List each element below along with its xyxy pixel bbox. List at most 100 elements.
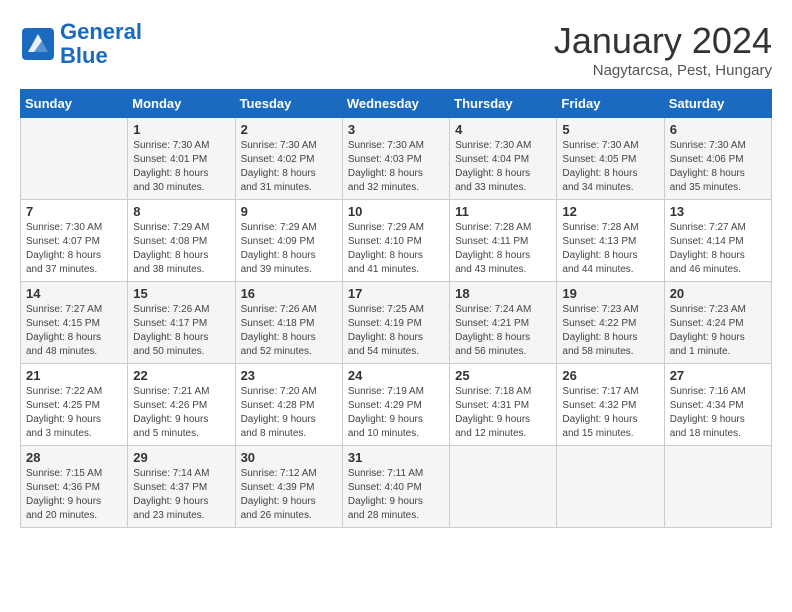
calendar-day-7: 7 Sunrise: 7:30 AM Sunset: 4:07 PM Daylig… — [21, 200, 128, 282]
day-content: Sunrise: 7:12 AM Sunset: 4:39 PM Dayligh… — [241, 467, 337, 523]
day-content: Sunrise: 7:29 AM Sunset: 4:10 PM Dayligh… — [348, 221, 444, 277]
day-content: Sunrise: 7:23 AM Sunset: 4:24 PM Dayligh… — [670, 303, 766, 359]
logo-line1: General — [60, 19, 142, 44]
calendar-day-4: 4Sunrise: 7:30 AM Sunset: 4:04 PM Daylig… — [450, 118, 557, 200]
day-content: Sunrise: 7:30 AM Sunset: 4:03 PM Dayligh… — [348, 139, 444, 195]
calendar-day-22: 22 Sunrise: 7:21 AM Sunset: 4:26 PM Dayli… — [128, 364, 235, 446]
day-number: 6 — [670, 122, 766, 137]
title-area: January 2024 Nagytarcsa, Pest, Hungary — [554, 20, 772, 79]
calendar-day-14: 14 Sunrise: 7:27 AM Sunset: 4:15 PM Dayli… — [21, 282, 128, 364]
day-content: Sunrise: 7:18 AM Sunset: 4:31 PM Dayligh… — [455, 385, 551, 441]
calendar-day-3: 3 Sunrise: 7:30 AM Sunset: 4:03 PM Daylig… — [342, 118, 449, 200]
month-title: January 2024 — [554, 20, 772, 62]
location: Nagytarcsa, Pest, Hungary — [554, 62, 772, 79]
day-number: 19 — [562, 286, 658, 301]
weekday-header-wednesday: Wednesday — [342, 90, 449, 118]
day-content: Sunrise: 7:27 AM Sunset: 4:15 PM Dayligh… — [26, 303, 122, 359]
calendar-day-13: 13 Sunrise: 7:27 AM Sunset: 4:14 PM Dayli… — [664, 200, 771, 282]
day-number: 14 — [26, 286, 122, 301]
weekday-header-saturday: Saturday — [664, 90, 771, 118]
day-number: 31 — [348, 450, 444, 465]
calendar-week-row: 1Sunrise: 7:30 AM Sunset: 4:01 PM Daylig… — [21, 118, 772, 200]
weekday-header-sunday: Sunday — [21, 90, 128, 118]
day-number: 25 — [455, 368, 551, 383]
day-number: 22 — [133, 368, 229, 383]
day-content: Sunrise: 7:28 AM Sunset: 4:13 PM Dayligh… — [562, 221, 658, 277]
logo-text: General Blue — [60, 20, 142, 68]
calendar-day-17: 17Sunrise: 7:25 AM Sunset: 4:19 PM Dayli… — [342, 282, 449, 364]
calendar-day-16: 16Sunrise: 7:26 AM Sunset: 4:18 PM Dayli… — [235, 282, 342, 364]
calendar-day-29: 29Sunrise: 7:14 AM Sunset: 4:37 PM Dayli… — [128, 446, 235, 528]
day-number: 17 — [348, 286, 444, 301]
day-number: 10 — [348, 204, 444, 219]
weekday-header-row: SundayMondayTuesdayWednesdayThursdayFrid… — [21, 90, 772, 118]
calendar-day-20: 20 Sunrise: 7:23 AM Sunset: 4:24 PM Dayli… — [664, 282, 771, 364]
calendar-day-23: 23Sunrise: 7:20 AM Sunset: 4:28 PM Dayli… — [235, 364, 342, 446]
calendar-table: SundayMondayTuesdayWednesdayThursdayFrid… — [20, 89, 772, 528]
day-content: Sunrise: 7:28 AM Sunset: 4:11 PM Dayligh… — [455, 221, 551, 277]
day-content: Sunrise: 7:11 AM Sunset: 4:40 PM Dayligh… — [348, 467, 444, 523]
weekday-header-tuesday: Tuesday — [235, 90, 342, 118]
day-content: Sunrise: 7:16 AM Sunset: 4:34 PM Dayligh… — [670, 385, 766, 441]
day-number: 13 — [670, 204, 766, 219]
day-number: 12 — [562, 204, 658, 219]
calendar-day-6: 6 Sunrise: 7:30 AM Sunset: 4:06 PM Daylig… — [664, 118, 771, 200]
calendar-day-25: 25 Sunrise: 7:18 AM Sunset: 4:31 PM Dayli… — [450, 364, 557, 446]
calendar-day-11: 11 Sunrise: 7:28 AM Sunset: 4:11 PM Dayli… — [450, 200, 557, 282]
day-number: 5 — [562, 122, 658, 137]
day-number: 8 — [133, 204, 229, 219]
calendar-body: 1Sunrise: 7:30 AM Sunset: 4:01 PM Daylig… — [21, 118, 772, 528]
day-number: 21 — [26, 368, 122, 383]
day-number: 7 — [26, 204, 122, 219]
day-content: Sunrise: 7:24 AM Sunset: 4:21 PM Dayligh… — [455, 303, 551, 359]
page-header: General Blue January 2024 Nagytarcsa, Pe… — [20, 20, 772, 79]
day-number: 26 — [562, 368, 658, 383]
calendar-day-1: 1Sunrise: 7:30 AM Sunset: 4:01 PM Daylig… — [128, 118, 235, 200]
day-content: Sunrise: 7:26 AM Sunset: 4:18 PM Dayligh… — [241, 303, 337, 359]
logo: General Blue — [20, 20, 142, 68]
day-content: Sunrise: 7:22 AM Sunset: 4:25 PM Dayligh… — [26, 385, 122, 441]
weekday-header-thursday: Thursday — [450, 90, 557, 118]
day-number: 24 — [348, 368, 444, 383]
day-number: 27 — [670, 368, 766, 383]
logo-line2: Blue — [60, 43, 108, 68]
day-number: 29 — [133, 450, 229, 465]
calendar-empty-cell — [664, 446, 771, 528]
day-content: Sunrise: 7:19 AM Sunset: 4:29 PM Dayligh… — [348, 385, 444, 441]
day-content: Sunrise: 7:30 AM Sunset: 4:06 PM Dayligh… — [670, 139, 766, 195]
day-number: 30 — [241, 450, 337, 465]
calendar-day-30: 30 Sunrise: 7:12 AM Sunset: 4:39 PM Dayli… — [235, 446, 342, 528]
calendar-empty-cell — [557, 446, 664, 528]
day-content: Sunrise: 7:29 AM Sunset: 4:08 PM Dayligh… — [133, 221, 229, 277]
day-number: 15 — [133, 286, 229, 301]
day-number: 20 — [670, 286, 766, 301]
calendar-empty-cell — [450, 446, 557, 528]
day-content: Sunrise: 7:17 AM Sunset: 4:32 PM Dayligh… — [562, 385, 658, 441]
calendar-week-row: 21 Sunrise: 7:22 AM Sunset: 4:25 PM Dayli… — [21, 364, 772, 446]
day-number: 3 — [348, 122, 444, 137]
day-content: Sunrise: 7:30 AM Sunset: 4:02 PM Dayligh… — [241, 139, 337, 195]
calendar-day-26: 26 Sunrise: 7:17 AM Sunset: 4:32 PM Dayli… — [557, 364, 664, 446]
day-content: Sunrise: 7:29 AM Sunset: 4:09 PM Dayligh… — [241, 221, 337, 277]
day-content: Sunrise: 7:23 AM Sunset: 4:22 PM Dayligh… — [562, 303, 658, 359]
calendar-day-28: 28Sunrise: 7:15 AM Sunset: 4:36 PM Dayli… — [21, 446, 128, 528]
weekday-header-monday: Monday — [128, 90, 235, 118]
calendar-empty-cell — [21, 118, 128, 200]
calendar-day-27: 27 Sunrise: 7:16 AM Sunset: 4:34 PM Dayli… — [664, 364, 771, 446]
day-number: 23 — [241, 368, 337, 383]
calendar-day-24: 24 Sunrise: 7:19 AM Sunset: 4:29 PM Dayli… — [342, 364, 449, 446]
day-number: 11 — [455, 204, 551, 219]
day-content: Sunrise: 7:21 AM Sunset: 4:26 PM Dayligh… — [133, 385, 229, 441]
calendar-day-31: 31 Sunrise: 7:11 AM Sunset: 4:40 PM Dayli… — [342, 446, 449, 528]
calendar-day-9: 9Sunrise: 7:29 AM Sunset: 4:09 PM Daylig… — [235, 200, 342, 282]
calendar-day-12: 12 Sunrise: 7:28 AM Sunset: 4:13 PM Dayli… — [557, 200, 664, 282]
weekday-header-friday: Friday — [557, 90, 664, 118]
day-number: 2 — [241, 122, 337, 137]
day-number: 18 — [455, 286, 551, 301]
calendar-week-row: 28Sunrise: 7:15 AM Sunset: 4:36 PM Dayli… — [21, 446, 772, 528]
day-content: Sunrise: 7:30 AM Sunset: 4:07 PM Dayligh… — [26, 221, 122, 277]
calendar-week-row: 7 Sunrise: 7:30 AM Sunset: 4:07 PM Daylig… — [21, 200, 772, 282]
calendar-day-2: 2 Sunrise: 7:30 AM Sunset: 4:02 PM Daylig… — [235, 118, 342, 200]
day-content: Sunrise: 7:30 AM Sunset: 4:01 PM Dayligh… — [133, 139, 229, 195]
day-content: Sunrise: 7:27 AM Sunset: 4:14 PM Dayligh… — [670, 221, 766, 277]
